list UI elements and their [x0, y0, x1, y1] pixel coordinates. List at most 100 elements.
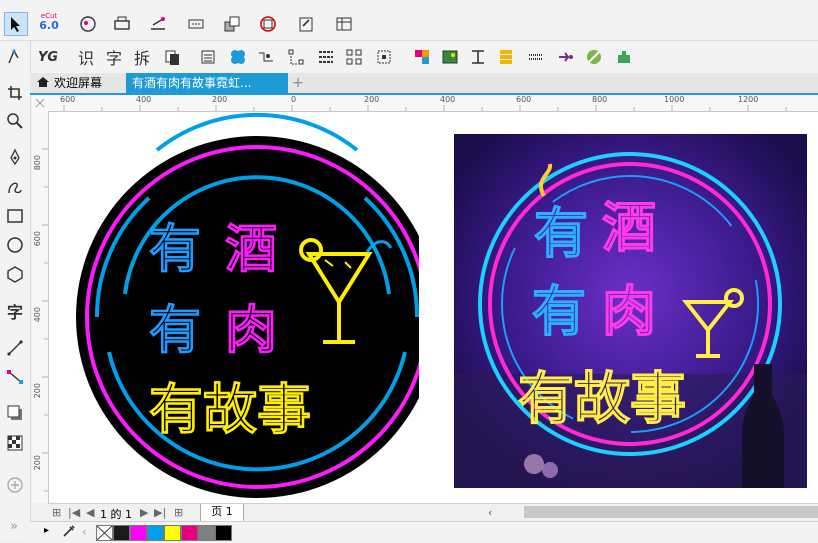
neon-sign-artwork[interactable]: 有 酒 有 肉 有故事 有酒 有肉 [49, 112, 419, 503]
photo-text-line3: 有故事 [518, 367, 686, 432]
color-swatch[interactable] [181, 525, 198, 541]
font-button[interactable]: 字 [102, 45, 126, 69]
ruler-h-label: 400 [440, 95, 456, 104]
app-badge[interactable]: eCut 6.0 [36, 12, 62, 36]
ruler-h-label: 1000 [664, 95, 685, 104]
sign-text-line2-b: 肉 [225, 301, 277, 361]
next-page-icon[interactable]: ▶ [140, 506, 148, 519]
page-counter: 1 的 1 [100, 508, 132, 521]
ruler-v-label: 200 [33, 455, 42, 471]
printer-icon[interactable] [110, 12, 134, 36]
horizontal-ruler[interactable]: 600 400 200 0 200 400 600 800 1000 1200 [48, 95, 818, 112]
property-toolbar: YG 识 字 拆 [0, 41, 818, 74]
color-fill-icon[interactable] [410, 45, 434, 69]
text-align-icon[interactable] [466, 45, 490, 69]
no-color-swatch[interactable] [96, 525, 113, 541]
line-tool-icon[interactable] [3, 336, 27, 360]
scroll-left-icon[interactable]: ‹ [488, 506, 492, 519]
copy-icon[interactable] [160, 45, 184, 69]
list-icon[interactable] [196, 45, 220, 69]
node-icon[interactable] [254, 45, 278, 69]
text-tool-button[interactable]: 字 [3, 299, 27, 323]
sign-photo[interactable]: 有 酒 有 肉 有故事 有酒 有肉 [454, 134, 807, 488]
page-navigator: ⊞ |◀ ◀ 1 的 1 ▶ ▶| ⊞ 页 1 ‹ [48, 503, 818, 522]
ruler-h-label: 600 [516, 95, 532, 104]
dots-icon[interactable] [184, 12, 208, 36]
lines-icon[interactable] [314, 45, 338, 69]
page-tab[interactable]: 页 1 [200, 504, 244, 522]
prev-start-icon[interactable]: |◀ [68, 506, 80, 519]
ruler-h-label: 200 [212, 95, 228, 104]
ruler-origin[interactable] [32, 95, 49, 112]
connector-tool-icon[interactable] [3, 365, 27, 389]
pick-tool-icon[interactable] [4, 12, 28, 36]
dots-grid-icon[interactable] [524, 45, 548, 69]
expand-icon[interactable]: » [10, 519, 18, 534]
color-swatch[interactable] [113, 525, 130, 541]
color-swatch[interactable] [164, 525, 181, 541]
ruler-v-label: 600 [33, 231, 42, 247]
target-icon[interactable] [256, 12, 280, 36]
grid-icon[interactable] [342, 45, 366, 69]
recognize-button[interactable]: 识 [74, 45, 98, 69]
cut-path-icon[interactable] [146, 12, 170, 36]
ruler-h-label: 400 [136, 95, 152, 104]
ruler-v-label: 200 [33, 383, 42, 399]
split-button[interactable]: 拆 [130, 45, 154, 69]
photo-text-line2-b: 肉 [602, 280, 656, 343]
main-toolbar: eCut 6.0 [0, 0, 818, 41]
tab-welcome[interactable]: 欢迎屏幕 [30, 73, 125, 93]
color-swatch[interactable] [198, 525, 215, 541]
select-box-icon[interactable] [372, 45, 396, 69]
plugin-icon[interactable] [582, 45, 606, 69]
shape-tool-icon[interactable] [3, 45, 27, 69]
color-swatch[interactable] [147, 525, 164, 541]
image-icon[interactable] [438, 45, 462, 69]
horizontal-scrollbar[interactable] [524, 506, 818, 518]
ruler-h-label: 800 [592, 95, 608, 104]
photo-text-line1-a: 有 [534, 202, 588, 265]
polygon-tool-icon[interactable] [3, 262, 27, 286]
color-palette: ▸ ‹ [30, 521, 818, 543]
first-page-icon[interactable]: ⊞ [52, 506, 61, 519]
tab-document-label: 有酒有肉有故事霓虹... [132, 76, 252, 90]
palette-menu-icon[interactable]: ▸ [44, 525, 49, 536]
edit-icon[interactable] [294, 12, 318, 36]
sign-text-line1-b: 酒 [225, 220, 277, 280]
tab-document[interactable]: 有酒有肉有故事霓虹... [126, 73, 288, 93]
arrange-icon[interactable] [220, 12, 244, 36]
drawing-canvas[interactable]: 有 酒 有 肉 有故事 有酒 有肉 有 酒 [49, 112, 818, 503]
zoom-tool-icon[interactable] [3, 109, 27, 133]
color-swatch[interactable] [215, 525, 232, 541]
palette-scroll-icon[interactable]: ‹ [82, 525, 87, 539]
document-tabs: 欢迎屏幕 有酒有肉有故事霓虹... + [30, 73, 818, 95]
sign-text-line2-a: 有 [149, 301, 201, 361]
add-tool-icon[interactable] [3, 473, 27, 497]
eyedropper-icon[interactable] [62, 524, 76, 541]
rectangle-tool-icon[interactable] [3, 204, 27, 228]
last-page-icon[interactable]: ▶| [154, 506, 166, 519]
shadow-tool-icon[interactable] [3, 401, 27, 425]
crop-tool-icon[interactable] [3, 81, 27, 105]
transparency-tool-icon[interactable] [3, 431, 27, 455]
ellipse-tool-icon[interactable] [3, 233, 27, 257]
arrow-icon[interactable] [554, 45, 578, 69]
layers-icon[interactable] [494, 45, 518, 69]
bezier-tool-icon[interactable] [3, 175, 27, 199]
ruler-v-label: 800 [33, 155, 42, 171]
yg-logo-icon[interactable]: YG [36, 45, 60, 69]
ruler-v-label: 400 [33, 307, 42, 323]
prev-page-icon[interactable]: ◀ [86, 506, 94, 519]
color-swatch[interactable] [130, 525, 147, 541]
puzzle-icon[interactable] [612, 45, 636, 69]
weld-icon[interactable] [226, 45, 250, 69]
add-page-icon[interactable]: ⊞ [174, 506, 183, 519]
distribute-icon[interactable] [284, 45, 308, 69]
home-icon [36, 74, 50, 94]
new-tab-button[interactable]: + [288, 73, 308, 93]
trace-icon[interactable] [76, 12, 100, 36]
app-badge-version: 6.0 [39, 19, 59, 32]
vertical-ruler[interactable]: 800 600 400 200 0 200 [32, 111, 49, 503]
pen-tool-icon[interactable] [3, 145, 27, 169]
panel-icon[interactable] [332, 12, 356, 36]
